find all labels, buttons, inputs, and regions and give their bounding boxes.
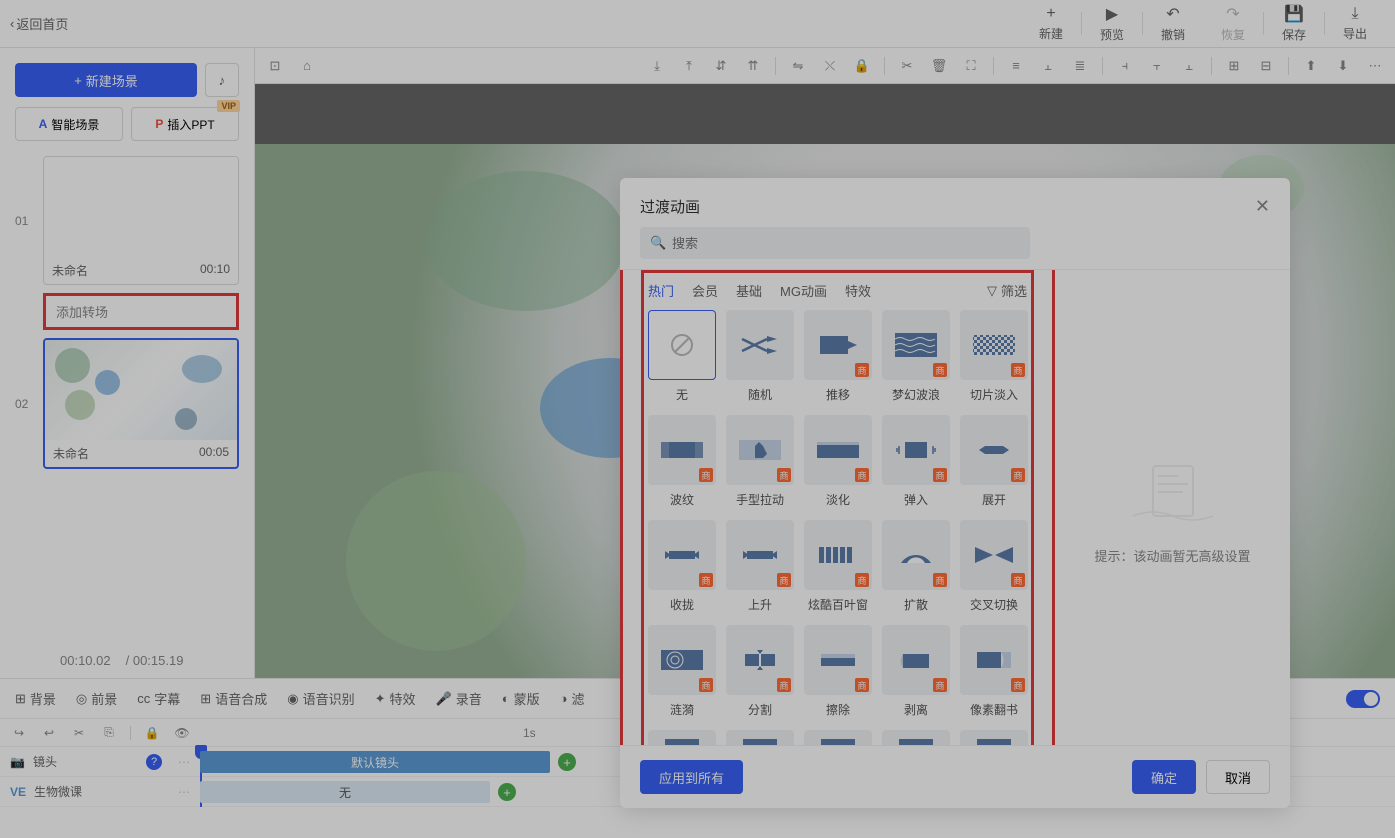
modal-overlay[interactable] bbox=[0, 0, 1395, 838]
